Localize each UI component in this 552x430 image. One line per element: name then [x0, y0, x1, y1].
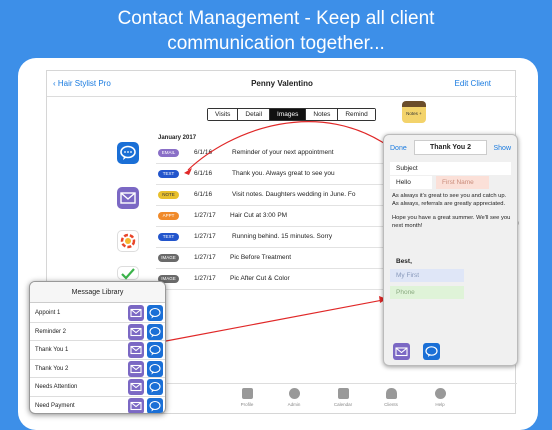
mail-icon: [130, 346, 142, 355]
send-text-button[interactable]: [147, 398, 163, 413]
library-item[interactable]: Thank You 1: [30, 341, 165, 360]
template-title-field[interactable]: Thank You 2: [414, 140, 487, 155]
send-text-button[interactable]: [147, 323, 163, 340]
send-email-button[interactable]: [128, 360, 144, 377]
body-paragraph-2: Hope you have a great summer. We'll see …: [392, 215, 511, 229]
chat-bubble-icon: [149, 307, 161, 319]
library-item-label: Needs Attention: [35, 384, 78, 391]
mail-icon: [130, 327, 142, 336]
library-item-label: Appoint 1: [35, 310, 61, 316]
library-item[interactable]: Reminder 2: [30, 323, 165, 342]
chat-bubble-icon: [425, 346, 438, 357]
message-library-title: Message Library: [30, 282, 165, 303]
greeting-field[interactable]: Hello: [390, 176, 432, 189]
library-item-label: Thank You 2: [35, 365, 69, 372]
chat-bubble-icon: [149, 326, 161, 338]
send-email-button[interactable]: [128, 379, 144, 396]
send-text-button[interactable]: [147, 360, 163, 377]
first-name-token[interactable]: First Name: [436, 176, 489, 189]
library-item-label: Thank You 1: [35, 347, 69, 354]
message-template-popover: Done Thank You 2 Show Subject Hello Firs…: [383, 134, 518, 366]
library-item[interactable]: Thank You 2: [30, 360, 165, 379]
arrow-to-template: [165, 299, 384, 342]
library-item-label: Need Payment: [35, 403, 75, 409]
chat-bubble-icon: [149, 400, 161, 412]
library-item[interactable]: Need Payment: [30, 397, 165, 413]
send-email-button[interactable]: [128, 342, 144, 359]
done-button[interactable]: Done: [390, 145, 407, 152]
send-text-button[interactable]: [147, 379, 163, 396]
arrow-to-text-row: [187, 121, 395, 171]
send-email-button[interactable]: [128, 398, 144, 413]
chat-bubble-icon: [149, 382, 161, 393]
library-item[interactable]: Needs Attention: [30, 378, 165, 397]
mail-icon: [130, 308, 142, 318]
chat-bubble-icon: [149, 363, 161, 375]
chat-bubble-icon: [149, 345, 161, 356]
send-email-button[interactable]: [393, 343, 410, 360]
library-item[interactable]: Appoint 1: [30, 304, 165, 323]
show-button[interactable]: Show: [493, 145, 511, 152]
popover-header: Done Thank You 2 Show: [384, 135, 517, 161]
send-text-button[interactable]: [147, 342, 163, 359]
subject-field[interactable]: Subject: [390, 162, 511, 175]
library-item-label: Reminder 2: [35, 328, 67, 335]
body-paragraph-1: As always it's great to see you and catc…: [392, 193, 507, 207]
closing-text: Best,: [396, 258, 412, 265]
send-text-button[interactable]: [423, 343, 440, 360]
send-email-button[interactable]: [128, 323, 144, 340]
my-first-token[interactable]: My First: [390, 269, 464, 282]
mail-icon: [130, 364, 142, 373]
mail-icon: [395, 347, 408, 357]
send-email-button[interactable]: [128, 305, 144, 321]
phone-token[interactable]: Phone: [390, 286, 464, 299]
mail-icon: [130, 401, 142, 411]
message-library-panel: Message Library Appoint 1 Reminder 2 Thank…: [29, 281, 166, 414]
arrow-head: [184, 168, 192, 175]
mail-icon: [130, 383, 142, 392]
template-body[interactable]: As always it's great to see you and catc…: [392, 193, 514, 237]
send-text-button[interactable]: [147, 305, 163, 321]
